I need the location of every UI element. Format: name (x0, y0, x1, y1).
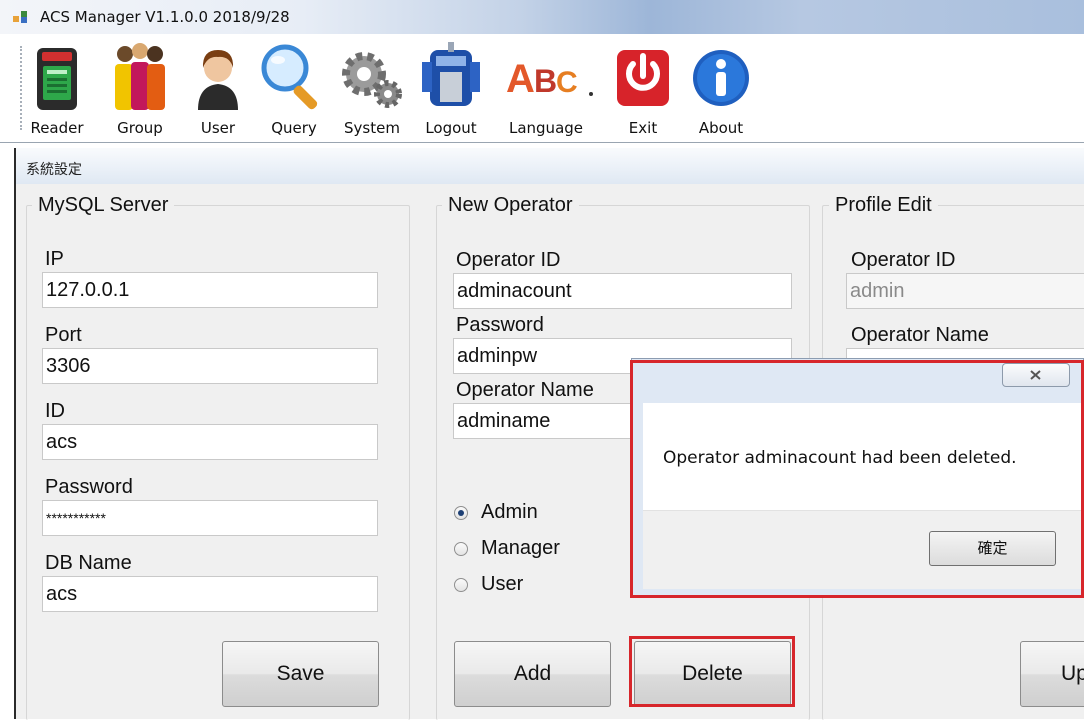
system-label: System (344, 119, 400, 137)
role-user-radio[interactable] (454, 578, 468, 592)
update-profile-button[interactable]: Up (1020, 641, 1084, 707)
dialog-highlight (630, 360, 1084, 598)
language-label: Language (508, 119, 584, 137)
query-button[interactable]: Query (260, 42, 328, 140)
group-label: Group (117, 119, 163, 137)
mysql-server-legend: MySQL Server (32, 194, 175, 217)
save-button[interactable]: Save (222, 641, 379, 707)
delete-button-highlight (629, 636, 795, 707)
profile-operator-id-label: Operator ID (851, 249, 956, 271)
language-button[interactable]: A B C Language (496, 42, 596, 140)
port-field[interactable]: 3306 (42, 348, 378, 384)
group-icon (115, 43, 165, 110)
profile-operator-name-label: Operator Name (851, 324, 989, 346)
role-user-label[interactable]: User (481, 573, 523, 596)
group-button[interactable]: Group (108, 42, 172, 140)
language-icon: A B C (506, 57, 593, 101)
user-button[interactable]: User (190, 42, 246, 140)
operator-name-label: Operator Name (456, 379, 594, 401)
magnifier-icon (261, 44, 318, 110)
app-icon (13, 11, 27, 23)
query-label: Query (271, 119, 317, 137)
info-icon (693, 50, 749, 106)
reader-label: Reader (30, 119, 84, 137)
user-icon (198, 50, 238, 110)
role-manager-label[interactable]: Manager (481, 537, 560, 560)
operator-id-field[interactable]: adminacount (453, 273, 792, 309)
db-password-field[interactable]: *********** (42, 500, 378, 536)
db-name-label: DB Name (45, 552, 132, 574)
db-password-label: Password (45, 476, 133, 498)
power-icon (617, 50, 669, 106)
reader-button[interactable]: Reader (28, 42, 86, 140)
about-label: About (698, 119, 744, 137)
ip-field[interactable]: 127.0.0.1 (42, 272, 378, 308)
exit-label: Exit (628, 119, 658, 137)
operator-password-label: Password (456, 314, 544, 336)
add-operator-button[interactable]: Add (454, 641, 611, 707)
logout-label: Logout (425, 119, 477, 137)
toolbar-grip[interactable] (20, 46, 24, 130)
ip-label: IP (45, 248, 64, 270)
tab-header (16, 148, 1084, 184)
svg-text:B: B (534, 63, 557, 99)
new-operator-legend: New Operator (442, 194, 579, 217)
svg-text:A: A (506, 57, 535, 101)
window-title: ACS Manager V1.1.0.0 2018/9/28 (40, 8, 290, 26)
exit-button[interactable]: Exit (612, 42, 674, 140)
svg-text:C: C (556, 66, 578, 99)
robot-icon (422, 42, 480, 106)
tab-settings[interactable]: 系統設定 (26, 159, 82, 179)
card-reader-icon (37, 48, 77, 110)
role-admin-radio[interactable] (454, 506, 468, 520)
role-admin-label[interactable]: Admin (481, 501, 538, 524)
logout-button[interactable]: Logout (416, 42, 486, 140)
user-label: User (200, 119, 236, 137)
operator-id-label: Operator ID (456, 249, 561, 271)
port-label: Port (45, 324, 82, 346)
gears-icon (342, 52, 402, 108)
profile-operator-id-field: admin (846, 273, 1084, 309)
about-button[interactable]: About (690, 42, 752, 140)
role-manager-radio[interactable] (454, 542, 468, 556)
db-id-field[interactable]: acs (42, 424, 378, 460)
system-button[interactable]: System (340, 42, 404, 140)
db-name-field[interactable]: acs (42, 576, 378, 612)
db-id-label: ID (45, 400, 65, 422)
profile-edit-legend: Profile Edit (829, 194, 938, 217)
